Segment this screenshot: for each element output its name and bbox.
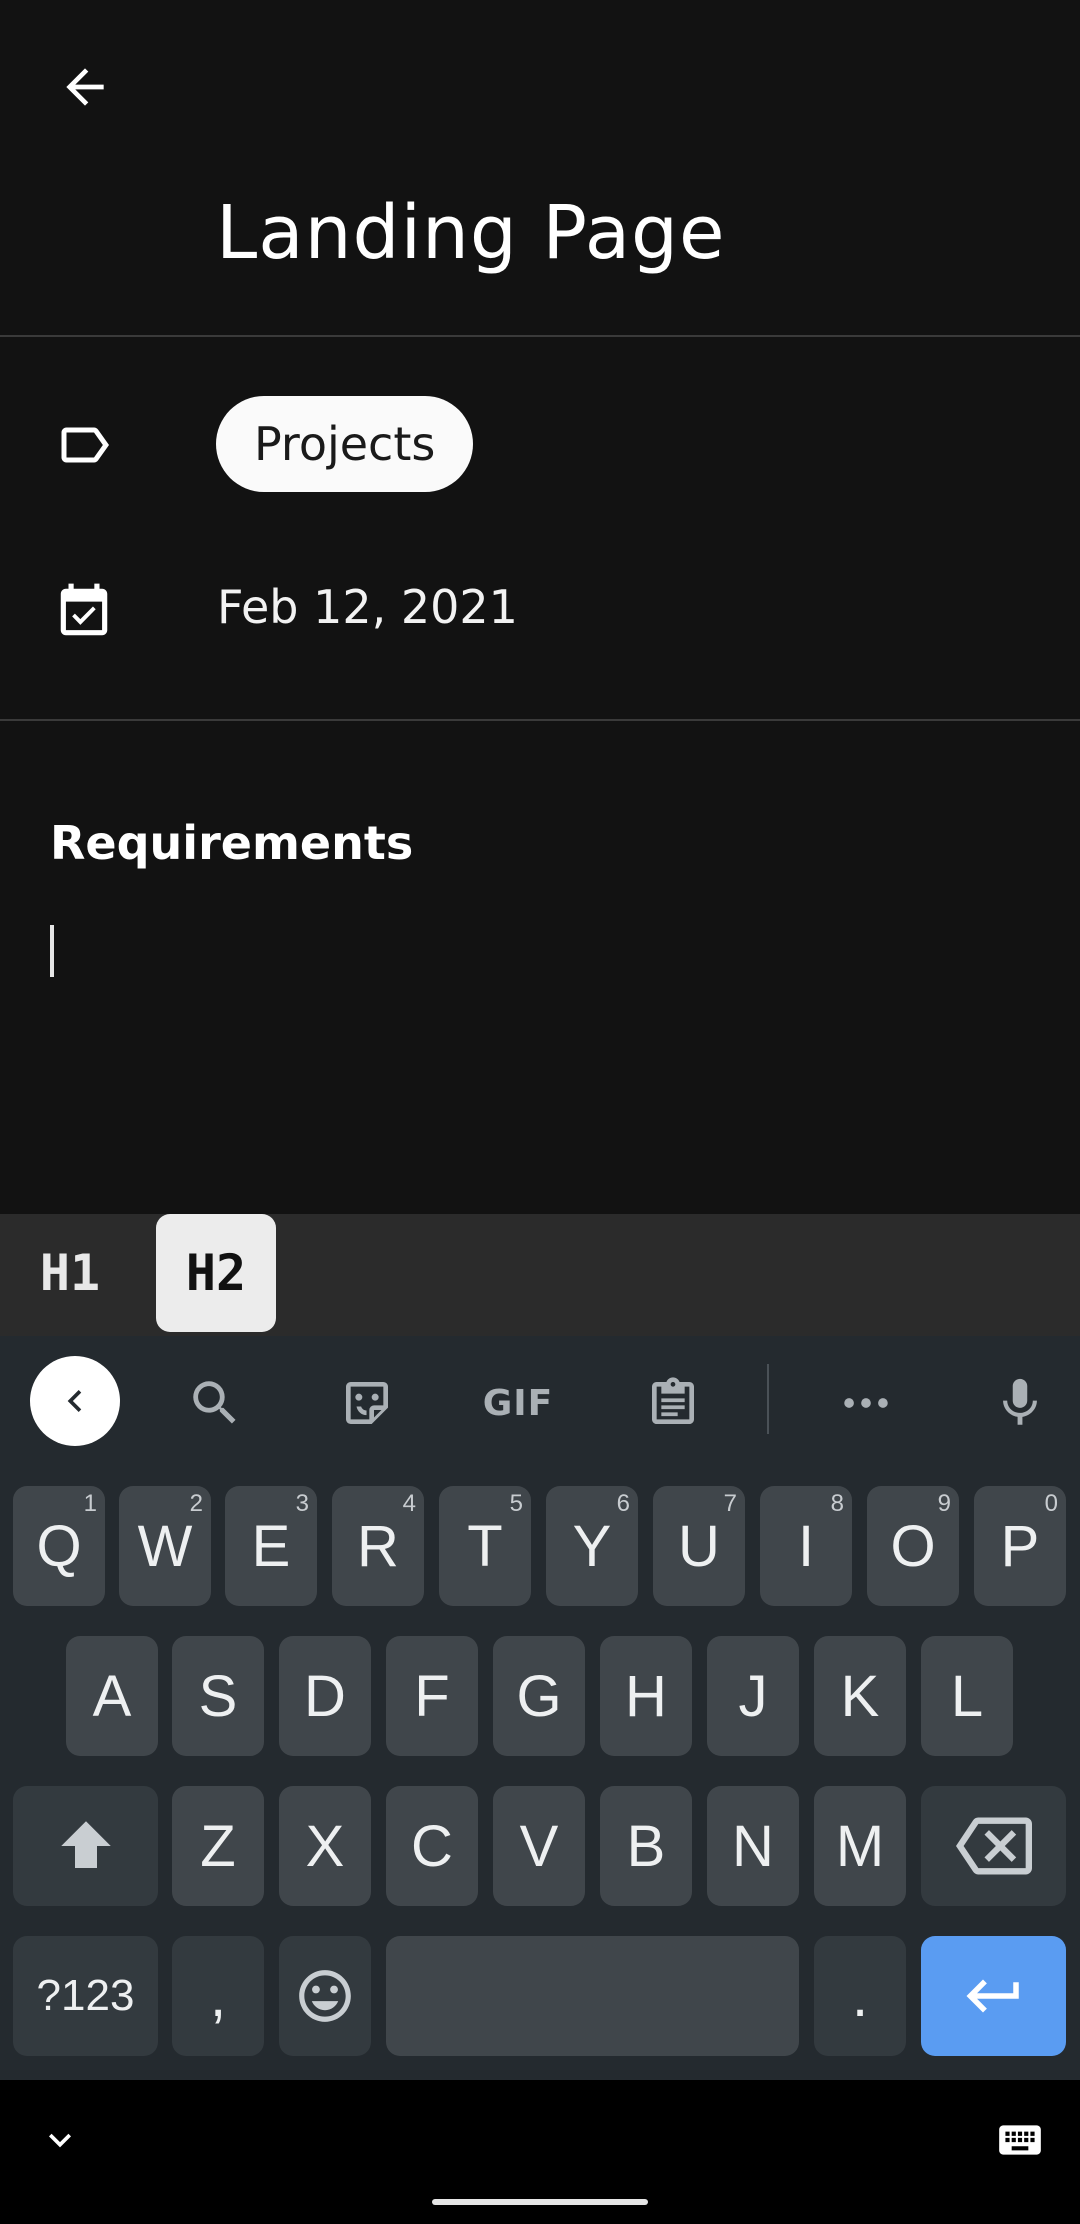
space-key[interactable] — [386, 1936, 799, 2056]
header-divider — [0, 335, 1080, 337]
sticker-icon — [346, 1382, 388, 1424]
key-h[interactable]: H — [600, 1636, 692, 1756]
keyboard-icon — [999, 2125, 1041, 2155]
key-d[interactable]: D — [279, 1636, 371, 1756]
note-body-editor[interactable] — [0, 900, 1080, 1200]
gif-button[interactable]: GIF — [473, 1358, 563, 1448]
tag-row-icon — [52, 413, 116, 477]
text-cursor — [50, 925, 54, 977]
key-v[interactable]: V — [493, 1786, 585, 1906]
gif-icon: GIF — [482, 1382, 554, 1424]
tag-chip[interactable]: Projects — [216, 396, 474, 492]
label-outline-icon — [61, 427, 109, 463]
microphone-icon — [1003, 1378, 1037, 1425]
backspace-key[interactable] — [921, 1786, 1066, 1906]
key-y[interactable]: Y6 — [546, 1486, 638, 1606]
heading-2-button[interactable]: H2 — [156, 1214, 276, 1332]
toolbar-separator — [767, 1364, 769, 1434]
key-p[interactable]: P0 — [974, 1486, 1066, 1606]
key-c[interactable]: C — [386, 1786, 478, 1906]
shift-icon — [60, 1821, 111, 1868]
section-heading: Requirements — [50, 816, 414, 870]
keyboard-toolbar: GIF — [0, 1336, 1080, 1462]
sticker-button[interactable] — [322, 1358, 412, 1448]
chevron-down-icon — [49, 2133, 71, 2148]
key-t[interactable]: T5 — [439, 1486, 531, 1606]
key-z[interactable]: Z — [172, 1786, 264, 1906]
switch-keyboard-button[interactable] — [990, 2110, 1050, 2170]
enter-key[interactable] — [921, 1936, 1066, 2056]
clipboard-icon — [652, 1377, 694, 1424]
note-editor-screen: Landing Page Projects Feb 12, 2021 Requi… — [0, 0, 1080, 2224]
period-key[interactable]: . — [814, 1936, 906, 2056]
hide-keyboard-button[interactable] — [30, 2110, 90, 2170]
search-icon — [193, 1381, 236, 1424]
key-e[interactable]: E3 — [225, 1486, 317, 1606]
clipboard-button[interactable] — [628, 1358, 718, 1448]
details-divider — [0, 719, 1080, 721]
key-o[interactable]: O9 — [867, 1486, 959, 1606]
collapse-toolbar-button[interactable] — [30, 1356, 120, 1446]
key-l[interactable]: L — [921, 1636, 1013, 1756]
back-button[interactable] — [50, 52, 120, 122]
more-horizontal-icon — [844, 1398, 888, 1408]
key-r[interactable]: R4 — [332, 1486, 424, 1606]
due-date[interactable]: Feb 12, 2021 — [217, 580, 518, 634]
key-x[interactable]: X — [279, 1786, 371, 1906]
date-row-icon — [52, 580, 116, 644]
comma-key[interactable]: , — [172, 1936, 264, 2056]
key-w[interactable]: W2 — [119, 1486, 211, 1606]
key-n[interactable]: N — [707, 1786, 799, 1906]
key-f[interactable]: F — [386, 1636, 478, 1756]
key-a[interactable]: A — [66, 1636, 158, 1756]
key-j[interactable]: J — [707, 1636, 799, 1756]
home-indicator[interactable] — [432, 2199, 648, 2205]
key-u[interactable]: U7 — [653, 1486, 745, 1606]
format-toolbar: H1 H2 — [0, 1214, 1080, 1336]
key-m[interactable]: M — [814, 1786, 906, 1906]
key-g[interactable]: G — [493, 1636, 585, 1756]
page-title[interactable]: Landing Page — [216, 190, 726, 276]
key-q[interactable]: Q1 — [13, 1486, 105, 1606]
soft-keyboard: GIF Q1 W2 E3 R4 T5 Y6 U7 I8 O9 P0 A S D … — [0, 1336, 1080, 2080]
key-k[interactable]: K — [814, 1636, 906, 1756]
shift-key[interactable] — [13, 1786, 158, 1906]
key-i[interactable]: I8 — [760, 1486, 852, 1606]
keyboard-search-button[interactable] — [170, 1358, 260, 1448]
emoji-icon — [299, 1970, 351, 2022]
emoji-key[interactable] — [279, 1936, 371, 2056]
symbols-key[interactable]: ?123 — [13, 1936, 158, 2056]
arrow-left-icon — [66, 68, 104, 106]
voice-input-button[interactable] — [975, 1358, 1065, 1448]
key-b[interactable]: B — [600, 1786, 692, 1906]
backspace-icon — [955, 1817, 1032, 1875]
chevron-left-icon — [67, 1390, 82, 1412]
key-s[interactable]: S — [172, 1636, 264, 1756]
heading-1-button[interactable]: H1 — [10, 1214, 130, 1332]
more-button[interactable] — [821, 1358, 911, 1448]
calendar-check-icon — [60, 583, 108, 636]
enter-icon — [966, 1979, 1019, 2013]
